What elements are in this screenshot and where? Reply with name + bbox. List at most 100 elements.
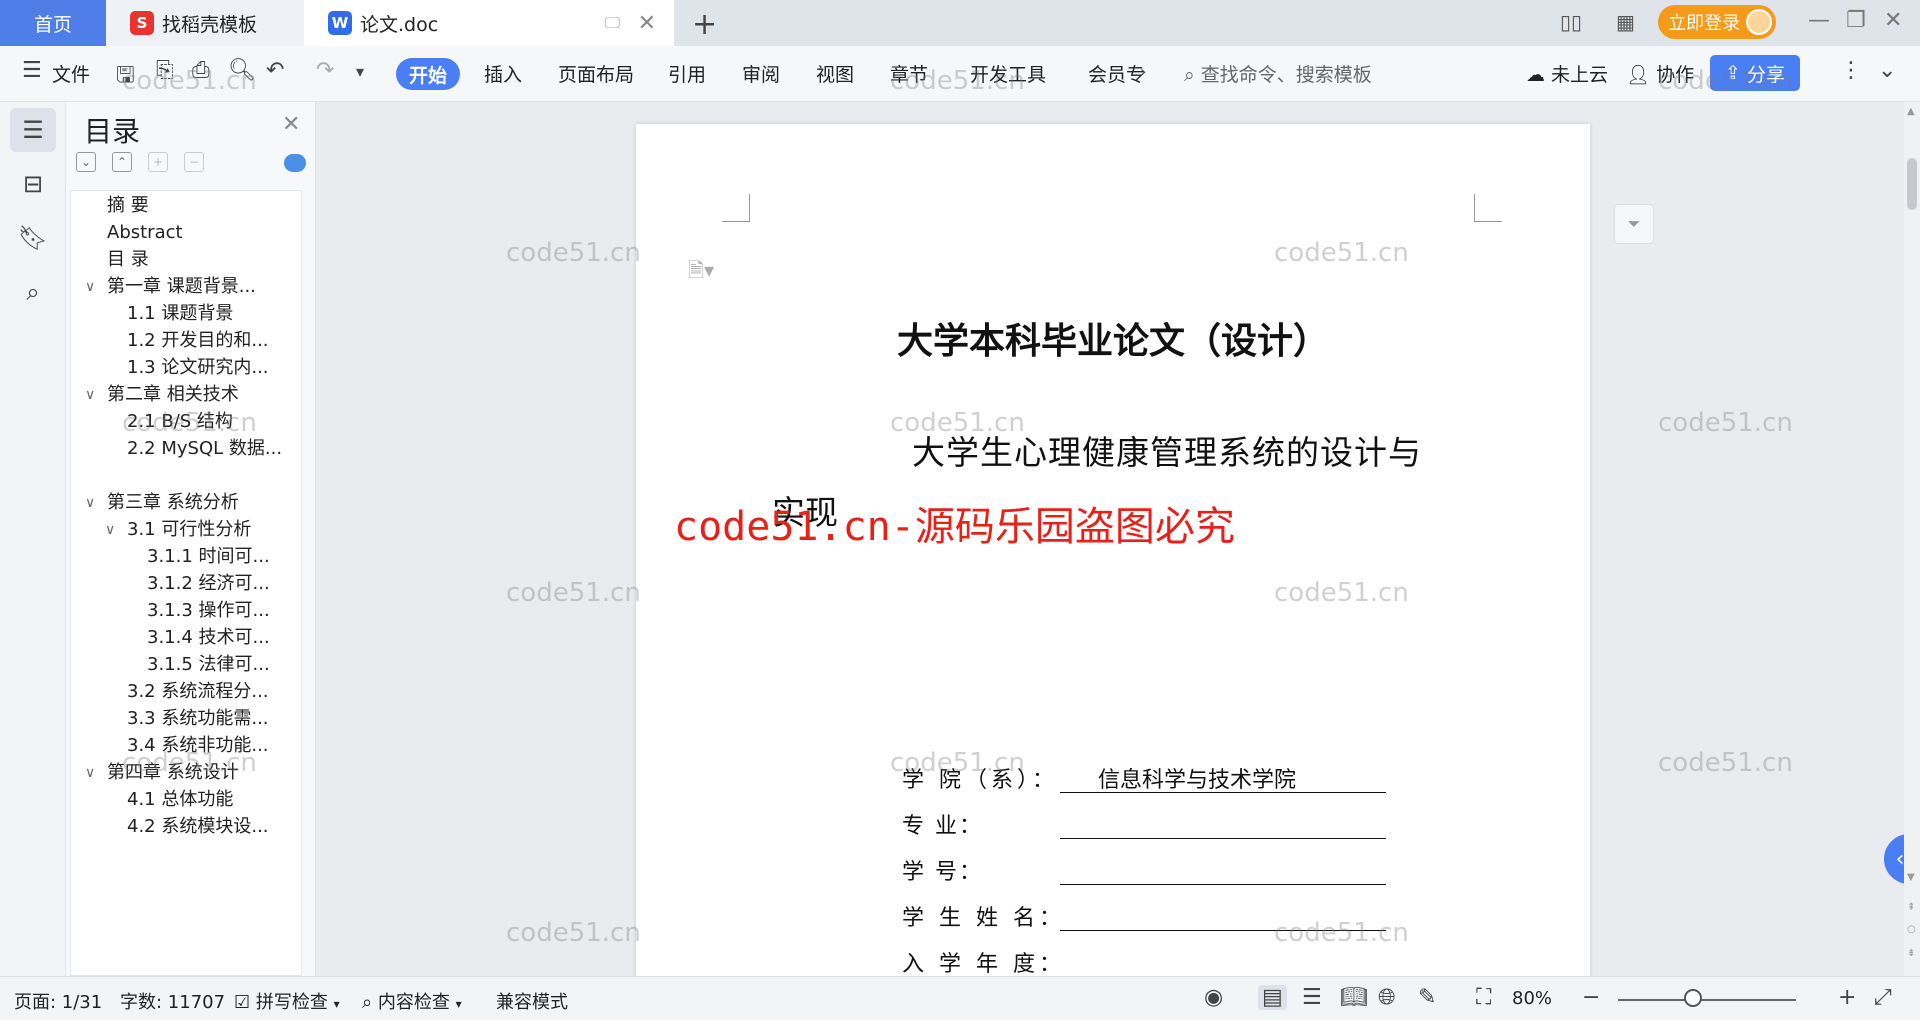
new-tab-icon[interactable]: + <box>692 7 717 42</box>
file-menu[interactable]: 文件 <box>52 60 90 87</box>
spellcheck-button[interactable]: ☑ 拼写检查 ▾ <box>234 988 340 1014</box>
toc-item[interactable]: 1.1 课题背景 <box>127 299 233 329</box>
minimize-icon[interactable]: — <box>1808 8 1830 33</box>
close-window-icon[interactable]: ✕ <box>1884 8 1902 33</box>
tab-templates[interactable]: S 找稻壳模板 <box>106 0 304 46</box>
tab-page-layout[interactable]: 页面布局 <box>558 60 634 87</box>
zoom-slider-handle[interactable] <box>1684 989 1702 1007</box>
tab-member[interactable]: 会员专 <box>1088 60 1145 87</box>
pen-icon[interactable]: ✎ <box>1418 985 1436 1010</box>
tab-document[interactable]: W 论文.doc 🖵 ✕ <box>304 0 674 46</box>
restore-icon[interactable]: ❐ <box>1846 8 1866 33</box>
toc-item[interactable]: 4.1 总体功能 <box>127 785 233 815</box>
save-icon[interactable]: 🖫 <box>116 58 135 96</box>
zoom-slider[interactable] <box>1618 999 1796 1001</box>
tab-developer[interactable]: 开发工具 <box>970 60 1046 87</box>
toc-item[interactable]: 3.1.2 经济可... <box>147 569 270 599</box>
command-search[interactable]: ⌕ 查找命令、搜索模板 <box>1184 60 1372 87</box>
expand-sidebar-icon[interactable]: ‹ <box>1884 834 1904 884</box>
content-check-button[interactable]: ⌕ 内容检查 ▾ <box>362 988 462 1014</box>
toc-item[interactable]: 2.1 B/S 结构 <box>127 407 233 437</box>
share-button[interactable]: ⇪ 分享 <box>1710 55 1800 91</box>
tab-home[interactable]: 首页 <box>0 0 106 46</box>
toc-item[interactable]: 摘 要 <box>107 191 149 221</box>
login-button[interactable]: 立即登录 <box>1658 5 1776 39</box>
word-count[interactable]: 字数: 11707 <box>120 988 225 1014</box>
toc-item[interactable]: 目 录 <box>107 245 149 275</box>
chevron-down-icon[interactable]: ∨ <box>85 387 95 403</box>
collab-button[interactable]: 👤︎ 协作 <box>1626 60 1694 87</box>
toc-item[interactable]: 第三章 系统分析 <box>107 488 239 518</box>
tab-start[interactable]: 开始 <box>396 58 460 90</box>
chevron-down-icon[interactable]: ∨ <box>85 765 95 781</box>
tab-review[interactable]: 审阅 <box>742 60 780 87</box>
toc-item[interactable]: Abstract <box>107 218 183 248</box>
undo-icon[interactable]: ↶ <box>266 58 284 83</box>
toc-item[interactable]: 3.1.1 时间可... <box>147 542 270 572</box>
menu-icon[interactable]: ☰ <box>22 58 42 83</box>
zoom-out-icon[interactable]: − <box>1582 985 1600 1010</box>
page-indicator[interactable]: 页面: 1/31 <box>14 988 102 1014</box>
toc-item[interactable]: 3.3 系统功能需... <box>127 704 269 734</box>
monitor-icon[interactable]: 🖵 <box>605 13 620 33</box>
toc-panel-icon[interactable]: ☰ <box>10 108 56 152</box>
toc-item[interactable]: 2.2 MySQL 数据... <box>127 434 282 464</box>
close-icon[interactable]: ✕ <box>282 112 300 137</box>
toc-item[interactable]: 1.3 论文研究内... <box>127 353 269 383</box>
expand-down-icon[interactable]: ⌄ <box>76 152 96 172</box>
scroll-up-icon[interactable]: ▲ <box>1907 106 1915 117</box>
redo-icon[interactable]: ↷ <box>316 58 334 83</box>
remove-heading-icon[interactable]: − <box>184 152 204 172</box>
bookmark-icon[interactable]: 🔖︎ <box>10 216 56 260</box>
toc-item[interactable]: 3.2 系统流程分... <box>127 677 269 707</box>
toc-item[interactable]: 第四章 系统设计 <box>107 758 239 788</box>
tab-chapter[interactable]: 章节 <box>890 60 928 87</box>
toc-item[interactable]: 3.1.5 法律可... <box>147 650 270 680</box>
search-input[interactable]: 查找命令、搜索模板 <box>1201 64 1372 86</box>
toc-item[interactable]: 3.4 系统非功能... <box>127 731 269 761</box>
toc-item[interactable]: 3.1.3 操作可... <box>147 596 270 626</box>
collapse-up-icon[interactable]: ⌃ <box>112 152 132 172</box>
fit-page-icon[interactable]: ⛶ <box>1476 985 1491 1010</box>
scroll-thumb[interactable] <box>1907 158 1917 210</box>
ai-assistant-icon[interactable] <box>284 154 306 172</box>
apps-grid-icon[interactable]: ▦ <box>1616 10 1635 34</box>
toc-item[interactable]: 4.2 系统模块设... <box>127 812 269 842</box>
tab-view[interactable]: 视图 <box>816 60 854 87</box>
eye-protection-icon[interactable]: ◉ <box>1204 985 1223 1010</box>
next-page-icon[interactable]: ⇟ <box>1907 948 1915 959</box>
quick-access-dropdown-icon[interactable]: ▾ <box>356 62 364 81</box>
chevron-down-icon[interactable]: ∨ <box>105 522 115 538</box>
add-heading-icon[interactable]: + <box>148 152 168 172</box>
export-icon[interactable]: ⎘ <box>156 58 174 83</box>
chevron-right-icon[interactable]: › <box>1140 62 1146 81</box>
toc-item[interactable]: 第二章 相关技术 <box>107 380 239 410</box>
select-browse-icon[interactable]: ○ <box>1907 924 1916 935</box>
more-icon[interactable]: ⋮ <box>1840 58 1862 83</box>
chevron-down-icon[interactable]: ∨ <box>85 279 95 295</box>
fullscreen-icon[interactable]: ⤢ <box>1874 985 1892 1010</box>
collapse-panel-icon[interactable]: ⏷ <box>1614 204 1654 244</box>
reading-view-icon[interactable]: 📖︎ <box>1340 985 1368 1010</box>
collapse-ribbon-icon[interactable]: ⌄ <box>1878 58 1896 83</box>
nav-pane-icon[interactable]: ⊟ <box>10 162 56 206</box>
toc-item[interactable]: 3.1 可行性分析 <box>127 515 251 545</box>
tab-insert[interactable]: 插入 <box>484 60 522 87</box>
toc-item[interactable]: 1.2 开发目的和... <box>127 326 269 356</box>
scroll-down-icon[interactable]: ▼ <box>1907 872 1915 883</box>
page-view-icon[interactable]: ▤ <box>1258 985 1287 1010</box>
toc-item[interactable]: 第一章 课题背景... <box>107 272 256 302</box>
print-icon[interactable]: ⎙ <box>192 58 210 83</box>
close-tab-icon[interactable]: ✕ <box>638 11 656 36</box>
tab-references[interactable]: 引用 <box>668 60 706 87</box>
web-view-icon[interactable]: 🌐︎ <box>1378 985 1396 1010</box>
zoom-in-icon[interactable]: + <box>1838 985 1856 1010</box>
vertical-scrollbar[interactable]: ▲ ▼ ⇞ ○ ⇟ <box>1904 102 1920 976</box>
prev-page-icon[interactable]: ⇞ <box>1907 902 1915 913</box>
toc-item[interactable]: 3.1.4 技术可... <box>147 623 270 653</box>
chevron-down-icon[interactable]: ∨ <box>85 495 95 511</box>
print-preview-icon[interactable]: 🔍︎ <box>228 58 256 83</box>
outline-view-icon[interactable]: ☰ <box>1302 985 1322 1010</box>
zoom-level[interactable]: 80% <box>1512 988 1552 1009</box>
layout-icon[interactable]: ▯▯ <box>1560 10 1582 34</box>
